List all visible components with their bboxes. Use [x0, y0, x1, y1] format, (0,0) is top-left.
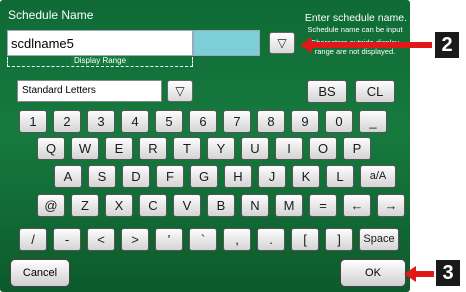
key-row2-3[interactable]: R — [139, 137, 167, 160]
character-set-select[interactable]: Standard Letters — [17, 80, 162, 102]
key-row5-8[interactable]: [ — [291, 228, 319, 251]
display-range-label: Display Range — [70, 56, 130, 65]
ok-button[interactable]: OK — [340, 259, 406, 287]
key-row1-1[interactable]: 2 — [53, 110, 81, 133]
key-row5-6[interactable]: , — [223, 228, 251, 251]
key-row1-3[interactable]: 4 — [121, 110, 149, 133]
key-row4-3[interactable]: C — [139, 194, 167, 217]
key-row4-2[interactable]: X — [105, 194, 133, 217]
key-row5-3[interactable]: > — [121, 228, 149, 251]
clear-key[interactable]: CL — [355, 80, 395, 103]
key-row2-1[interactable]: W — [71, 137, 99, 160]
callout-badge-3: 3 — [436, 260, 460, 286]
key-row4-8[interactable]: = — [309, 194, 337, 217]
schedule-name-input[interactable]: scdlname5 — [7, 30, 193, 56]
key-row2-9[interactable]: P — [343, 137, 371, 160]
key-row1-4[interactable]: 5 — [155, 110, 183, 133]
page-title: Schedule Name — [8, 8, 94, 22]
key-row2-7[interactable]: I — [275, 137, 303, 160]
help-line-1: Enter schedule name. — [304, 12, 407, 24]
key-row1-0[interactable]: 1 — [19, 110, 47, 133]
key-row5-10[interactable]: Space — [359, 228, 399, 251]
key-row3-0[interactable]: A — [54, 165, 82, 188]
key-row2-5[interactable]: Y — [207, 137, 235, 160]
key-row4-10[interactable]: → — [377, 194, 405, 217]
key-row1-6[interactable]: 7 — [223, 110, 251, 133]
key-row5-7[interactable]: . — [257, 228, 285, 251]
name-overflow-area — [193, 30, 260, 56]
key-row4-6[interactable]: N — [241, 194, 269, 217]
key-row4-9[interactable]: ← — [343, 194, 371, 217]
key-row5-4[interactable]: ' — [155, 228, 183, 251]
callout-arrow-left-icon — [300, 37, 432, 53]
key-row4-1[interactable]: Z — [71, 194, 99, 217]
key-row3-6[interactable]: J — [258, 165, 286, 188]
key-row4-7[interactable]: M — [275, 194, 303, 217]
character-set-dropdown-button[interactable]: ▽ — [167, 80, 193, 102]
backspace-key[interactable]: BS — [307, 80, 347, 103]
key-row3-8[interactable]: L — [326, 165, 354, 188]
key-row3-4[interactable]: G — [190, 165, 218, 188]
callout-badge-2: 2 — [435, 32, 459, 58]
key-row1-7[interactable]: 8 — [257, 110, 285, 133]
key-row4-4[interactable]: V — [173, 194, 201, 217]
key-row3-5[interactable]: H — [224, 165, 252, 188]
key-row5-0[interactable]: / — [19, 228, 47, 251]
key-row1-5[interactable]: 6 — [189, 110, 217, 133]
key-row2-2[interactable]: E — [105, 137, 133, 160]
key-row5-5[interactable]: ` — [189, 228, 217, 251]
key-row3-3[interactable]: F — [156, 165, 184, 188]
key-row5-1[interactable]: - — [53, 228, 81, 251]
name-history-dropdown-button[interactable]: ▽ — [269, 32, 295, 54]
key-row4-5[interactable]: B — [207, 194, 235, 217]
key-row4-0[interactable]: @ — [37, 194, 65, 217]
callout-arrow-left-icon — [404, 266, 434, 282]
cancel-button[interactable]: Cancel — [10, 259, 70, 287]
key-row3-7[interactable]: K — [292, 165, 320, 188]
key-row2-8[interactable]: O — [309, 137, 337, 160]
display-range-indicator: Display Range — [7, 56, 193, 67]
help-line-2: Schedule name can be input — [307, 25, 403, 34]
key-row1-8[interactable]: 9 — [291, 110, 319, 133]
key-row1-9[interactable]: 0 — [325, 110, 353, 133]
key-row1-2[interactable]: 3 — [87, 110, 115, 133]
key-row2-4[interactable]: T — [173, 137, 201, 160]
key-row5-2[interactable]: < — [87, 228, 115, 251]
key-row3-9[interactable]: a/A — [360, 165, 396, 188]
key-row2-0[interactable]: Q — [37, 137, 65, 160]
key-row3-1[interactable]: S — [88, 165, 116, 188]
key-row3-2[interactable]: D — [122, 165, 150, 188]
key-row1-10[interactable]: _ — [359, 110, 387, 133]
key-row5-9[interactable]: ] — [325, 228, 353, 251]
key-row2-6[interactable]: U — [241, 137, 269, 160]
